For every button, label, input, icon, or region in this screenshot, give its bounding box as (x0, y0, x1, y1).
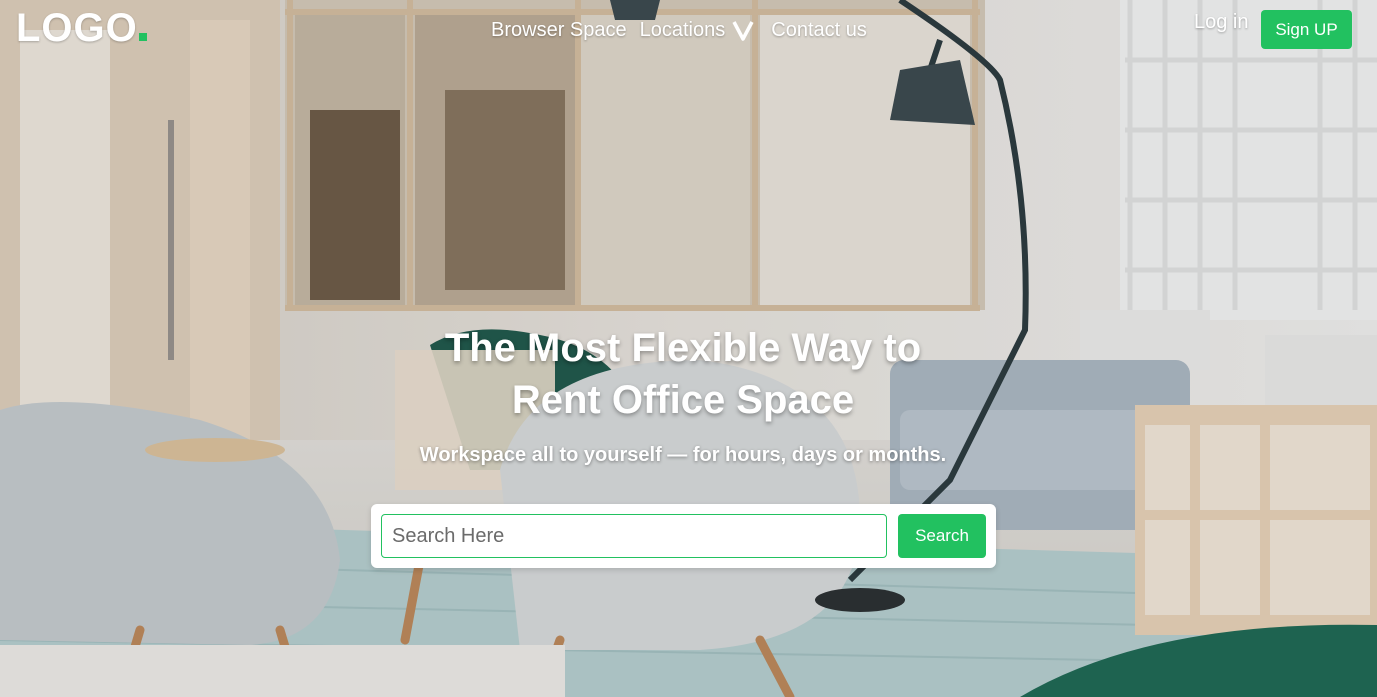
nav-contact-us[interactable]: Contact us (771, 16, 867, 44)
hero-headline: The Most Flexible Way to Rent Office Spa… (383, 322, 983, 426)
search-input[interactable] (381, 514, 887, 558)
signup-button[interactable]: Sign UP (1261, 10, 1352, 49)
hero-subheadline: Workspace all to yourself — for hours, d… (419, 444, 947, 466)
logo[interactable]: LOGO (16, 6, 147, 50)
hero-headline-line1: The Most Flexible Way to (444, 326, 922, 370)
chevron-down-icon[interactable] (731, 18, 755, 42)
nav-locations[interactable]: Locations (640, 16, 726, 44)
hero-section: LOGO Browser Space Locations Contact us … (0, 0, 1377, 697)
search-button[interactable]: Search (898, 514, 986, 558)
logo-dot (138, 33, 147, 41)
logo-text: LOGO (16, 6, 138, 50)
search-panel: Search (371, 504, 996, 568)
hero-headline-line2: Rent Office Space (511, 378, 855, 422)
main-nav: Browser Space Locations Contact us (491, 16, 867, 44)
nav-browser-space[interactable]: Browser Space (491, 16, 627, 44)
login-link[interactable]: Log in (1194, 8, 1249, 36)
